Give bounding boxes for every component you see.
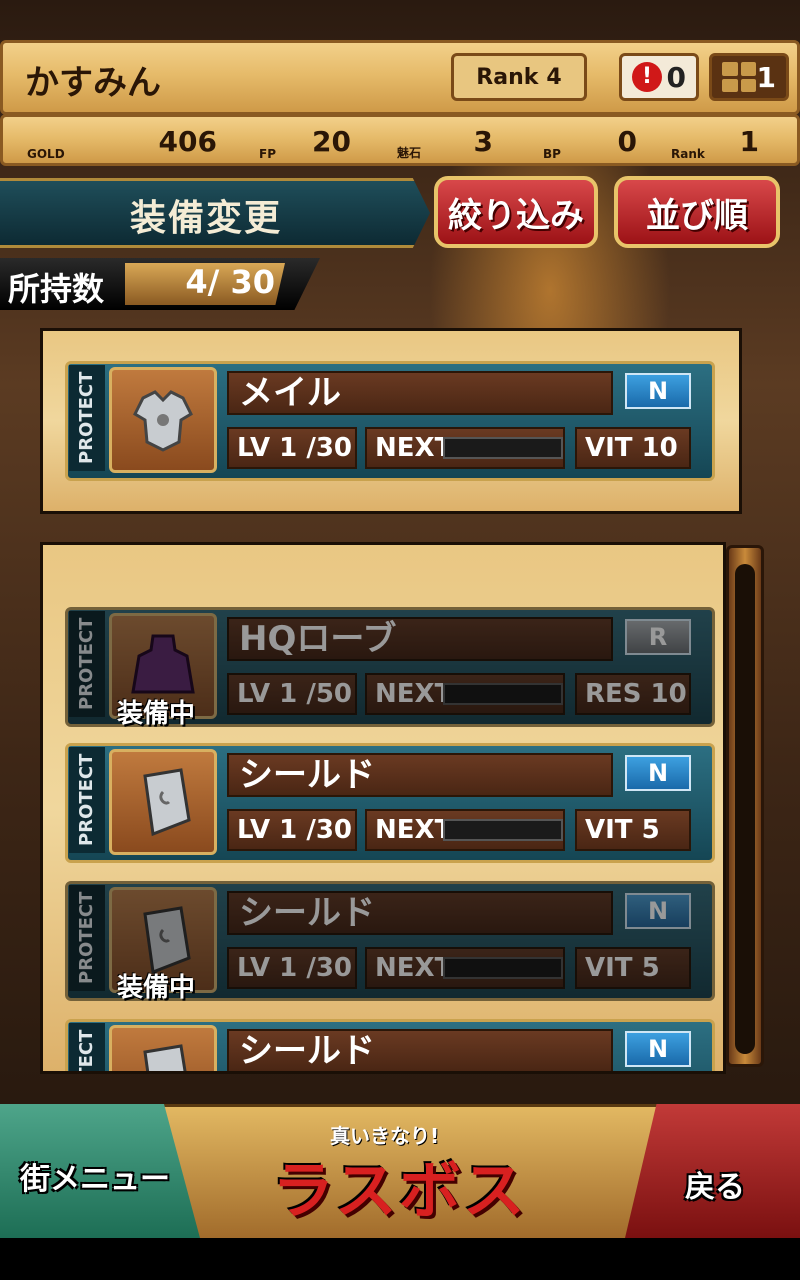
- level-max: /30: [306, 953, 353, 983]
- charm-stone-value: 3: [473, 125, 493, 158]
- rarity-badge: N: [625, 755, 691, 791]
- fp-resource: FP 20: [241, 123, 351, 161]
- level-max: /30: [306, 815, 353, 845]
- item-name: メイル: [227, 371, 613, 415]
- system-nav-bar: [0, 1238, 800, 1280]
- rank-res-value: 1: [739, 125, 759, 158]
- attribute-stat: RES 10: [575, 673, 691, 715]
- equipped-label: 装備中: [117, 973, 196, 1003]
- box-counter[interactable]: 1: [709, 53, 789, 101]
- next-label: NEXT: [375, 953, 453, 983]
- next-label: NEXT: [375, 815, 453, 845]
- level-value: LV 1: [237, 679, 298, 709]
- exp-bar: [443, 819, 563, 841]
- armor-icon: [109, 367, 217, 473]
- owned-label: 所持数: [8, 270, 105, 308]
- back-label: 戻る: [685, 1170, 745, 1205]
- bp-resource: BP 0: [527, 123, 637, 161]
- level-value: LV 1: [237, 815, 298, 845]
- charm-stone-resource: 魅石 3: [381, 123, 493, 161]
- rank-res-label: Rank: [671, 147, 705, 161]
- sort-button[interactable]: 並び順: [614, 176, 780, 248]
- rarity-badge: N: [625, 1031, 691, 1067]
- rank-label: Rank: [476, 64, 539, 90]
- list-item[interactable]: PROTECT HQローブ R LV 1 /50 NEXT RES 10 装備中: [65, 607, 715, 729]
- selected-item-card[interactable]: PROTECT メイル N LV 1 /30 NEXT VIT 10: [65, 361, 715, 481]
- next-label: NEXT: [375, 679, 453, 709]
- item-name: シールド: [227, 753, 613, 797]
- level-stat: LV 1 /30: [227, 427, 357, 469]
- attribute-stat: VIT 5: [575, 809, 691, 851]
- attribute-stat: VIT 10: [575, 427, 691, 469]
- exp-bar: [443, 683, 563, 705]
- level-stat: LV 1 /30: [227, 809, 357, 851]
- charm-stone-label: 魅石: [397, 146, 422, 160]
- level-stat: LV 1 /50: [227, 673, 357, 715]
- alert-count: 0: [666, 60, 686, 94]
- item-name: シールド: [227, 891, 613, 935]
- rank-resource: Rank 1: [667, 123, 759, 161]
- exp-bar: [443, 437, 563, 459]
- level-stat: LV 1 /30: [227, 947, 357, 989]
- rank-value: 4: [546, 64, 562, 90]
- protect-tag: PROTECT: [69, 611, 105, 717]
- scrollbar-thumb[interactable]: [735, 564, 755, 1054]
- page-title: 装備変更: [130, 198, 283, 239]
- exp-bar: [443, 957, 563, 979]
- bp-label: BP: [543, 147, 561, 161]
- item-name: シールド: [227, 1029, 613, 1071]
- list-item[interactable]: PROTECT シールド N LV 1 /30 NEXT VIT 5: [65, 743, 715, 863]
- alert-icon: !: [632, 62, 662, 92]
- protect-tag: PROTECT: [69, 365, 105, 471]
- bp-value: 0: [617, 125, 637, 158]
- rank-box: Rank 4: [451, 53, 587, 101]
- inventory-list-panel: PROTECT HQローブ R LV 1 /50 NEXT RES 10 装備中…: [40, 542, 726, 1074]
- town-menu-label: 街メニュー: [20, 1162, 170, 1197]
- filter-button[interactable]: 絞り込み: [434, 176, 598, 248]
- protect-tag: PROTECT: [69, 885, 105, 991]
- resource-bar: GOLD 406 FP 20 魅石 3 BP 0 Rank 1: [0, 114, 800, 166]
- rarity-badge: R: [625, 619, 691, 655]
- level-max: /50: [306, 679, 353, 709]
- boxes-icon: [722, 62, 756, 92]
- next-stat: NEXT: [365, 947, 565, 989]
- rarity-badge: N: [625, 893, 691, 929]
- selected-item-panel: PROTECT メイル N LV 1 /30 NEXT VIT 10: [40, 328, 742, 514]
- item-name: HQローブ: [227, 617, 613, 661]
- list-item[interactable]: PROTECT シールド N: [65, 1019, 715, 1071]
- next-stat: NEXT: [365, 809, 565, 851]
- next-stat: NEXT: [365, 673, 565, 715]
- equipped-label: 装備中: [117, 699, 196, 729]
- box-count: 1: [756, 60, 776, 94]
- level-value: LV 1: [237, 953, 298, 983]
- shield-icon: [109, 749, 217, 855]
- screen-title-banner: 装備変更: [0, 178, 430, 248]
- gold-label: GOLD: [27, 147, 65, 161]
- fp-label: FP: [259, 147, 276, 161]
- alert-counter[interactable]: ! 0: [619, 53, 699, 101]
- list-item[interactable]: PROTECT シールド N LV 1 /30 NEXT VIT 5 装備中: [65, 881, 715, 1003]
- player-bar: かすみん Rank 4 ! 0 1: [0, 40, 800, 115]
- next-label: NEXT: [375, 433, 453, 463]
- rarity-badge: N: [625, 373, 691, 409]
- shield-icon: [109, 1025, 217, 1071]
- fp-value: 20: [312, 125, 351, 158]
- owned-value: 4/ 30: [125, 263, 285, 305]
- list-scrollbar[interactable]: [726, 545, 764, 1067]
- player-name: かすみん: [25, 63, 161, 103]
- protect-tag: PROTECT: [69, 747, 105, 853]
- level-max: /30: [306, 433, 353, 463]
- next-stat: NEXT: [365, 427, 565, 469]
- attribute-stat: VIT 5: [575, 947, 691, 989]
- level-value: LV 1: [237, 433, 298, 463]
- game-logo: ラスボス: [272, 1154, 527, 1227]
- gold-value: 406: [158, 125, 217, 158]
- gold-resource: GOLD 406: [27, 123, 217, 161]
- protect-tag: PROTECT: [69, 1023, 105, 1071]
- owned-count-bar: 所持数 4/ 30: [0, 258, 320, 310]
